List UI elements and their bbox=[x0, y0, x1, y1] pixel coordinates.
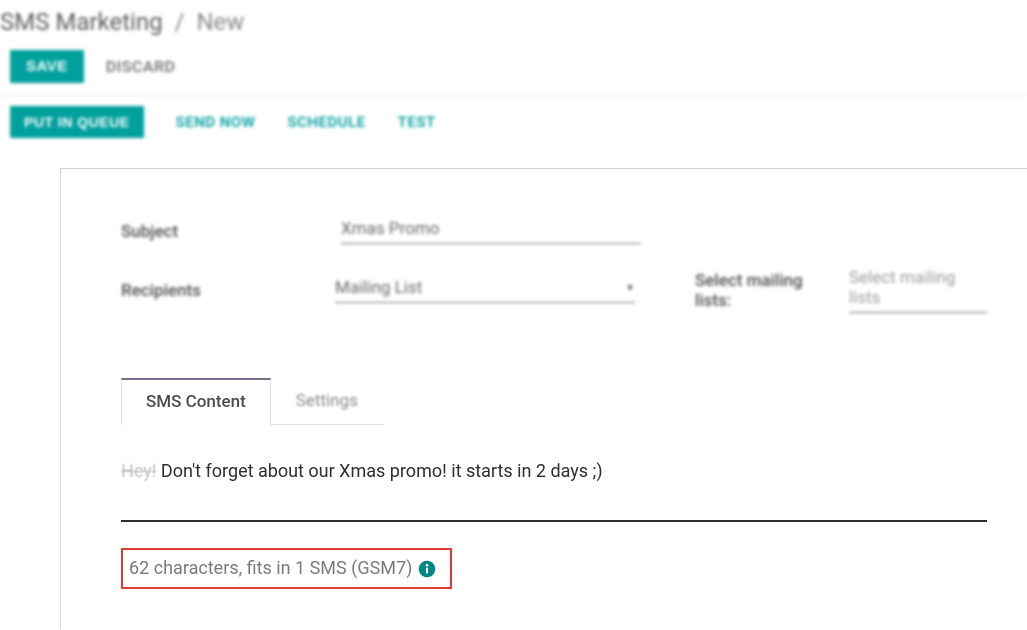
form-sheet: Subject Xmas Promo Recipients Mailing Li… bbox=[60, 168, 1027, 629]
recipients-label: Recipients bbox=[121, 281, 335, 301]
breadcrumb-current: New bbox=[196, 8, 244, 36]
breadcrumb-separator: / bbox=[175, 8, 185, 36]
subject-row: Subject Xmas Promo bbox=[121, 219, 987, 244]
tab-settings[interactable]: Settings bbox=[271, 378, 383, 425]
status-bar: PUT IN QUEUE SEND NOW SCHEDULE TEST bbox=[0, 95, 1027, 148]
sms-body-underline bbox=[121, 520, 987, 522]
tabs: SMS Content Settings bbox=[121, 377, 383, 425]
breadcrumb: SMS Marketing / New bbox=[0, 0, 1027, 42]
sms-body-textarea[interactable]: Hey! Don't forget about our Xmas promo! … bbox=[121, 461, 987, 482]
sms-counter-text: 62 characters, fits in 1 SMS (GSM7) bbox=[129, 558, 412, 579]
form-actions-bar: SAVE DISCARD bbox=[0, 42, 1027, 95]
test-button[interactable]: TEST bbox=[398, 113, 436, 131]
subject-label: Subject bbox=[121, 222, 341, 242]
chevron-down-icon: ▼ bbox=[625, 283, 635, 294]
sms-counter: 62 characters, fits in 1 SMS (GSM7) bbox=[121, 548, 452, 589]
sms-body-ghost: Hey! bbox=[121, 461, 156, 482]
discard-button[interactable]: DISCARD bbox=[106, 57, 176, 76]
save-button[interactable]: SAVE bbox=[10, 50, 84, 83]
subject-input[interactable]: Xmas Promo bbox=[341, 219, 641, 244]
sms-body-text: Don't forget about our Xmas promo! it st… bbox=[156, 461, 602, 482]
info-icon[interactable] bbox=[418, 560, 436, 578]
mailing-lists-col: Select mailing lists: Select mailing lis… bbox=[695, 268, 987, 313]
tab-sms-content[interactable]: SMS Content bbox=[121, 378, 271, 425]
put-in-queue-button[interactable]: PUT IN QUEUE bbox=[10, 106, 144, 138]
subject-value: Xmas Promo bbox=[341, 219, 439, 239]
breadcrumb-root[interactable]: SMS Marketing bbox=[0, 8, 163, 36]
recipients-row: Recipients Mailing List ▼ Select mailing… bbox=[121, 268, 987, 313]
send-now-button[interactable]: SEND NOW bbox=[176, 113, 256, 131]
recipients-select[interactable]: Mailing List ▼ bbox=[335, 278, 635, 303]
mailing-lists-input[interactable]: Select mailing lists bbox=[849, 268, 987, 313]
mailing-lists-label: Select mailing lists: bbox=[695, 271, 839, 311]
schedule-button[interactable]: SCHEDULE bbox=[287, 113, 365, 131]
recipients-value: Mailing List bbox=[335, 278, 422, 298]
